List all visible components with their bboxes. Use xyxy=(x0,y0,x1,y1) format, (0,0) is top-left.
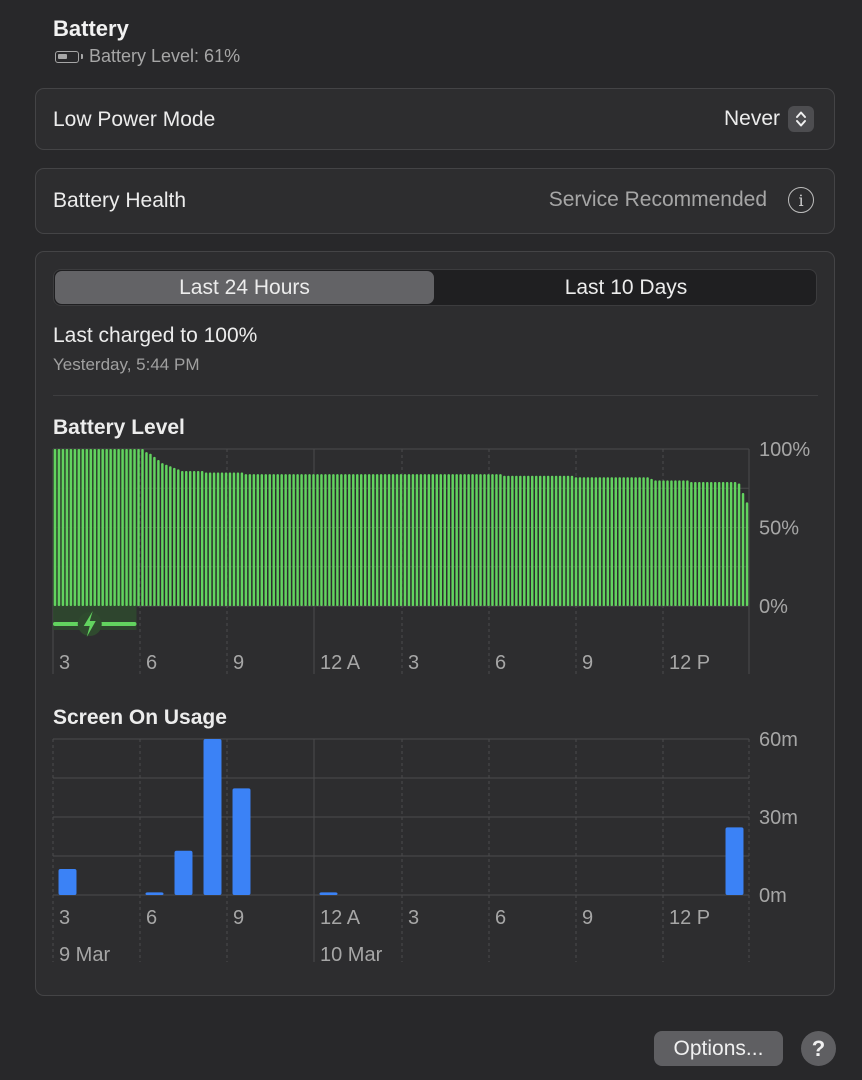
divider xyxy=(53,395,818,396)
last-charged-time: Yesterday, 5:44 PM xyxy=(53,355,200,374)
time-range-segmented-control: Last 24 Hours Last 10 Days xyxy=(53,269,817,306)
low-power-mode-value: Never xyxy=(723,107,780,130)
last-charged-text: Last charged to 100% xyxy=(53,324,258,347)
up-down-chevron-icon xyxy=(788,106,814,132)
battery-icon xyxy=(55,50,83,63)
usage-card: Last 24 Hours Last 10 Days Last charged … xyxy=(35,251,835,996)
options-button[interactable]: Options... xyxy=(654,1031,783,1066)
help-button[interactable]: ? xyxy=(801,1031,836,1066)
low-power-mode-label: Low Power Mode xyxy=(53,108,216,131)
battery-level-chart-title: Battery Level xyxy=(53,416,185,439)
low-power-mode-popup[interactable]: Never xyxy=(724,106,814,132)
tab-last-24-hours[interactable]: Last 24 Hours xyxy=(55,271,434,304)
battery-health-row: Battery Health Service Recommended i xyxy=(35,168,835,234)
screen-on-usage-chart-title: Screen On Usage xyxy=(53,706,227,729)
page-title: Battery xyxy=(53,16,129,41)
tab-last-10-days[interactable]: Last 10 Days xyxy=(436,271,816,304)
battery-health-status: Service Recommended i xyxy=(549,187,814,213)
battery-health-value: Service Recommended xyxy=(548,188,767,211)
battery-health-label: Battery Health xyxy=(53,189,187,212)
info-icon[interactable]: i xyxy=(788,187,814,213)
battery-level-text: Battery Level: 61% xyxy=(89,46,241,66)
battery-level-line: Battery Level: 61% xyxy=(55,46,240,67)
low-power-mode-row: Low Power Mode Never xyxy=(35,88,835,150)
